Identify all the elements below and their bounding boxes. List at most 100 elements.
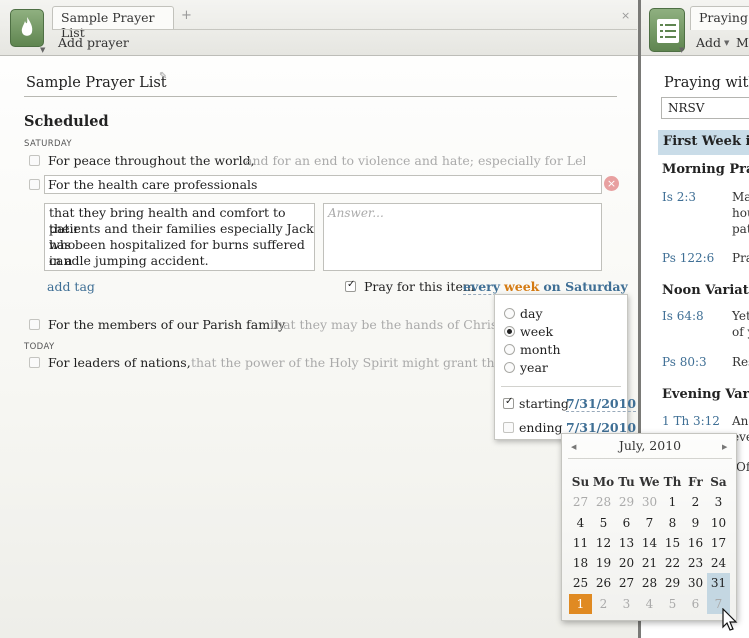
calendar-day[interactable]: 4 (638, 594, 661, 614)
calendar-day[interactable]: 15 (661, 533, 684, 553)
tab-label: Praying w (699, 10, 749, 25)
starting-checkbox[interactable] (503, 396, 514, 409)
calendar-day[interactable]: 18 (569, 553, 592, 573)
calendar-day[interactable]: 3 (707, 492, 730, 512)
calendar-day[interactable]: 3 (615, 594, 638, 614)
calendar-day[interactable]: 30 (684, 573, 707, 593)
starting-date-field[interactable]: 7/31/2010 (566, 396, 637, 412)
tab-praying-with[interactable]: Praying w (690, 6, 749, 30)
calendar-day[interactable]: 23 (684, 553, 707, 573)
answer-field[interactable]: Answer... (323, 203, 602, 271)
calendar-day[interactable]: 2 (684, 492, 707, 512)
close-tab-button[interactable]: × (621, 9, 630, 22)
prayer-checkbox[interactable] (29, 357, 40, 368)
prayer-checkbox[interactable] (29, 155, 40, 166)
day-heading-saturday: SATURDAY (24, 139, 72, 149)
calendar-day[interactable]: 17 (707, 533, 730, 553)
calendar-day[interactable]: 5 (661, 594, 684, 614)
prayer-description[interactable]: that the power of the Holy Spirit might … (191, 355, 494, 370)
menu-button[interactable]: Me (736, 35, 749, 50)
add-menu-caret-icon[interactable]: ▼ (724, 39, 729, 47)
radio-label: week (520, 324, 554, 339)
calendar-day[interactable]: 29 (661, 573, 684, 593)
radio-label: month (520, 342, 561, 357)
prayer-checkbox[interactable] (29, 179, 40, 190)
prayer-title[interactable]: For the members of our Parish family (48, 317, 285, 332)
prayer-description[interactable]: that they may be the hands of Christ Jes… (270, 317, 494, 332)
scripture-ref-link[interactable]: 1 Th 3:12 (662, 414, 720, 428)
prayer-title[interactable]: For peace throughout the world, (48, 153, 255, 168)
add-button[interactable]: Add (696, 35, 721, 50)
weekday-header: Tu (618, 475, 635, 489)
calendar-day[interactable]: 10 (707, 513, 730, 533)
scripture-ref-link[interactable]: Is 64:8 (662, 309, 704, 323)
calendar-day[interactable]: 21 (638, 553, 661, 573)
scripture-ref-link[interactable]: Is 2:3 (662, 190, 696, 204)
calendar-day[interactable]: 22 (661, 553, 684, 573)
calendar-day[interactable]: 29 (615, 492, 638, 512)
radio-day[interactable] (504, 308, 515, 319)
starting-label: starting (519, 396, 569, 411)
day-heading-today: TODAY (24, 342, 55, 352)
calendar-day[interactable]: 8 (661, 513, 684, 533)
radio-week[interactable] (504, 326, 515, 337)
pray-for-item-checkbox[interactable] (345, 279, 356, 292)
prayer-title-field[interactable]: For the health care professionals (44, 175, 602, 194)
schedule-link[interactable]: every week on Saturday (463, 279, 628, 295)
calendar-day[interactable]: 30 (638, 492, 661, 512)
calendar-day[interactable]: 16 (684, 533, 707, 553)
calendar-day[interactable]: 6 (615, 513, 638, 533)
tab-sample-prayer-list[interactable]: Sample Prayer List (52, 6, 174, 40)
page-title[interactable]: Sample Prayer List (26, 75, 167, 91)
calendar-day[interactable]: 26 (592, 573, 615, 593)
calendar-day[interactable]: 31 (707, 573, 730, 594)
add-tag-link[interactable]: add tag (47, 279, 95, 294)
scripture-ref-link[interactable]: Ps 122:6 (662, 251, 714, 265)
calendar-day[interactable]: 2 (592, 594, 615, 614)
calendar-day[interactable]: 12 (592, 533, 615, 553)
weekday-header: Su (571, 475, 590, 489)
next-month-icon[interactable]: ▶ (722, 443, 727, 451)
remove-prayer-button[interactable]: × (604, 176, 619, 191)
weekday-header: Th (663, 475, 682, 489)
radio-year[interactable] (504, 362, 515, 373)
prayer-description[interactable]: and for an end to violence and hate; esp… (245, 153, 585, 168)
calendar-day[interactable]: 7 (638, 513, 661, 533)
reading-line: And (732, 414, 749, 428)
calendar-day[interactable]: 4 (569, 513, 592, 533)
calendar-day[interactable]: 27 (615, 573, 638, 593)
radio-month[interactable] (504, 344, 515, 355)
calendar-day[interactable]: 28 (638, 573, 661, 593)
calendar-day[interactable]: 25 (569, 573, 592, 593)
calendar-day[interactable]: 13 (615, 533, 638, 553)
prayer-description-field[interactable]: that they bring health and comfort to th… (44, 203, 315, 271)
version-select[interactable]: NRSV (661, 97, 749, 119)
pencil-icon[interactable]: ✎ (159, 71, 167, 82)
app-menu-caret-icon[interactable]: ▼ (40, 46, 45, 54)
app-menu-caret-icon[interactable]: ▼ (679, 46, 684, 54)
scripture-ref-link[interactable]: Ps 80:3 (662, 355, 707, 369)
calendar-day[interactable]: 24 (707, 553, 730, 573)
calendar-day[interactable]: 5 (592, 513, 615, 533)
prayer-title[interactable]: For leaders of nations, (48, 355, 191, 370)
section-heading: Morning Praye (662, 162, 749, 177)
calendar-day[interactable]: 14 (638, 533, 661, 553)
calendar-day[interactable]: 19 (592, 553, 615, 573)
calendar-day[interactable]: 1 (661, 492, 684, 512)
add-prayer-button[interactable]: Add prayer (58, 35, 129, 50)
calendar-day[interactable]: 28 (592, 492, 615, 512)
radio-label: day (520, 306, 543, 321)
calendar-day[interactable]: 9 (684, 513, 707, 533)
pane-header: ▼ Praying w Add ▼ Me (641, 0, 749, 56)
calendar-day[interactable]: 11 (569, 533, 592, 553)
calendar-day[interactable]: 1 (569, 593, 592, 615)
calendar-day[interactable]: 20 (615, 553, 638, 573)
prayer-checkbox[interactable] (29, 319, 40, 330)
tab-divider (52, 29, 637, 30)
new-tab-button[interactable]: + (181, 8, 192, 23)
calendar-day[interactable]: 27 (569, 492, 592, 512)
reading-line: Yet (732, 309, 749, 323)
prayer-list-app-icon[interactable] (10, 9, 44, 47)
calendar-day[interactable]: 6 (684, 594, 707, 614)
ending-checkbox[interactable] (503, 422, 514, 433)
